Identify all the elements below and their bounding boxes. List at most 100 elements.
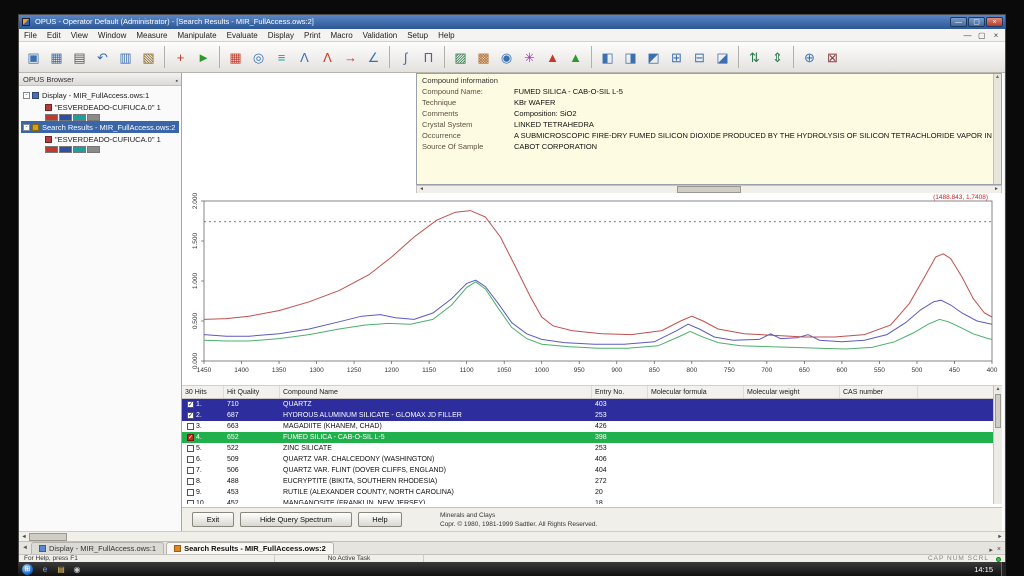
measure-sample-icon[interactable]: + (169, 46, 192, 69)
window-wide-icon[interactable]: ⊟ (688, 46, 711, 69)
row-checkbox[interactable] (187, 478, 194, 485)
chart-red-icon[interactable]: ▲ (541, 46, 564, 69)
tab-close-button[interactable]: × (997, 546, 1001, 554)
window-full-icon[interactable]: ◪ (711, 46, 734, 69)
table-row[interactable]: 5.522ZINC SILICATE253 (182, 443, 1002, 454)
column-header[interactable]: 30 Hits (182, 386, 224, 398)
window-split-left-icon[interactable]: ◧ (596, 46, 619, 69)
tab-search-results[interactable]: Search Results - MIR_FullAccess.ows:2 (166, 542, 334, 554)
scroll-left-icon[interactable]: ◄ (417, 186, 426, 193)
row-checkbox[interactable] (187, 456, 194, 463)
stack-spectra-icon[interactable]: ≡ (270, 46, 293, 69)
results-vertical-scrollbar[interactable]: ▲ (993, 386, 1002, 504)
scale-xy-icon[interactable]: ⇕ (766, 46, 789, 69)
spectrum-thumbnail-icon[interactable] (73, 114, 86, 121)
peak-pick-icon[interactable]: Π (417, 46, 440, 69)
spectrum-thumbnail-icon[interactable] (73, 146, 86, 153)
axes-icon[interactable]: ∠ (362, 46, 385, 69)
display-grid-icon[interactable]: ▦ (224, 46, 247, 69)
scrollbar-thumb[interactable] (995, 394, 1001, 428)
map-view-icon[interactable]: ▨ (449, 46, 472, 69)
spectrum-chart[interactable]: 1450140013501300125012001150110010501000… (182, 193, 1002, 381)
molecule-icon[interactable]: ⊕ (798, 46, 821, 69)
column-header[interactable]: Molecular formula (648, 386, 744, 398)
menu-setup[interactable]: Setup (402, 29, 433, 42)
menu-print[interactable]: Print (299, 29, 325, 42)
peak-overlay-icon[interactable]: Λ (316, 46, 339, 69)
pin-icon[interactable]: ▪ (176, 75, 178, 88)
spectrum-thumbnails[interactable] (45, 113, 179, 121)
menu-view[interactable]: View (66, 29, 93, 42)
tree-item[interactable]: -Display - MIR_FullAccess.ows:1 (21, 89, 179, 101)
scale-y-icon[interactable]: ⇅ (743, 46, 766, 69)
row-checkbox[interactable]: ✓ (187, 412, 194, 419)
menu-measure[interactable]: Measure (131, 29, 172, 42)
save-file-icon[interactable]: ▦ (45, 46, 68, 69)
open-file-icon[interactable]: ▣ (22, 46, 45, 69)
media-taskbar-icon[interactable]: ◉ (69, 563, 85, 576)
show-desktop-button[interactable] (1001, 562, 1006, 576)
mdi-restore-button[interactable]: ▢ (976, 29, 988, 42)
scroll-up-icon[interactable]: ▲ (994, 74, 1001, 80)
menu-display[interactable]: Display (263, 29, 299, 42)
tree-expander-icon[interactable]: - (23, 92, 30, 99)
scrollbar-thumb[interactable] (29, 533, 67, 541)
mdi-close-button[interactable]: × (990, 29, 1002, 42)
tab-scroll-left-button[interactable]: ◄ (19, 542, 31, 554)
copy-icon[interactable]: ▥ (114, 46, 137, 69)
search-library-icon[interactable]: ◉ (495, 46, 518, 69)
row-checkbox[interactable] (187, 500, 194, 504)
table-row[interactable]: 7.506QUARTZ VAR. FLINT (DOVER CLIFFS, EN… (182, 465, 1002, 476)
spectrum-thumbnail-icon[interactable] (45, 146, 58, 153)
integrate-icon[interactable]: ∫ (394, 46, 417, 69)
help-button[interactable]: Help (358, 512, 402, 527)
tree-item[interactable]: -Search Results - MIR_FullAccess.ows:2 (21, 121, 179, 133)
menu-validation[interactable]: Validation (358, 29, 403, 42)
column-header[interactable]: Entry No. (592, 386, 648, 398)
table-row[interactable]: 8.488EUCRYPTITE (BIKITA, SOUTHERN RHODES… (182, 476, 1002, 487)
table-row[interactable]: 3.663MAGADIITE (KHANEM, CHAD)426 (182, 421, 1002, 432)
spectrum-thumbnail-icon[interactable] (87, 146, 100, 153)
spectrum-thumbnail-icon[interactable] (59, 146, 72, 153)
explorer-taskbar-icon[interactable]: ▤ (53, 563, 69, 576)
title-bar[interactable]: OPUS - Operator Default (Administrator) … (19, 15, 1005, 29)
close-button[interactable]: × (986, 17, 1003, 27)
tree-item[interactable]: "ESVERDEADO-CUFIUCA.0" 1 (21, 133, 179, 145)
tree-expander-icon[interactable]: - (23, 124, 30, 131)
row-checkbox[interactable]: ✓ (187, 401, 194, 408)
exit-app-icon[interactable]: ⊠ (821, 46, 844, 69)
menu-manipulate[interactable]: Manipulate (172, 29, 221, 42)
spectrum-thumbnail-icon[interactable] (45, 114, 58, 121)
menu-macro[interactable]: Macro (325, 29, 357, 42)
undo-icon[interactable]: ↶ (91, 46, 114, 69)
exit-button[interactable]: Exit (192, 512, 234, 527)
mdi-minimize-button[interactable]: — (962, 29, 974, 42)
menu-file[interactable]: File (19, 29, 42, 42)
spectrum-svg[interactable]: 1450140013501300125012001150110010501000… (182, 193, 1002, 381)
spectrum-thumbnails[interactable] (45, 145, 179, 153)
scroll-left-icon[interactable]: ◄ (19, 534, 29, 540)
chart-green-icon[interactable]: ▲ (564, 46, 587, 69)
row-checkbox[interactable] (187, 423, 194, 430)
column-header[interactable]: Compound Name (280, 386, 592, 398)
column-header[interactable]: CAS number (840, 386, 918, 398)
bottom-scrollbar[interactable]: ◄ ► (19, 531, 1005, 541)
column-header[interactable]: Hit Quality (224, 386, 280, 398)
menu-window[interactable]: Window (93, 29, 131, 42)
window-split-top-icon[interactable]: ◩ (642, 46, 665, 69)
table-row[interactable]: 10.452MANGANOSITE (FRANKLIN, NEW JERSEY)… (182, 498, 1002, 504)
scroll-right-icon[interactable]: ► (992, 186, 1001, 193)
scale-arrow-icon[interactable]: → (339, 46, 362, 69)
menu-evaluate[interactable]: Evaluate (222, 29, 263, 42)
scroll-up-icon[interactable]: ▲ (994, 386, 1002, 392)
row-checkbox[interactable] (187, 467, 194, 474)
image-view-icon[interactable]: ▩ (472, 46, 495, 69)
quick-search-icon[interactable]: ✳ (518, 46, 541, 69)
rapid-measure-icon[interactable]: ► (192, 46, 215, 69)
hide-query-spectrum-button[interactable]: Hide Query Spectrum (240, 512, 352, 527)
spectrum-thumbnail-icon[interactable] (59, 114, 72, 121)
display-target-icon[interactable]: ◎ (247, 46, 270, 69)
start-button[interactable]: ⊞ (22, 564, 33, 575)
table-row[interactable]: 9.453RUTILE (ALEXANDER COUNTY, NORTH CAR… (182, 487, 1002, 498)
row-checkbox[interactable] (187, 445, 194, 452)
